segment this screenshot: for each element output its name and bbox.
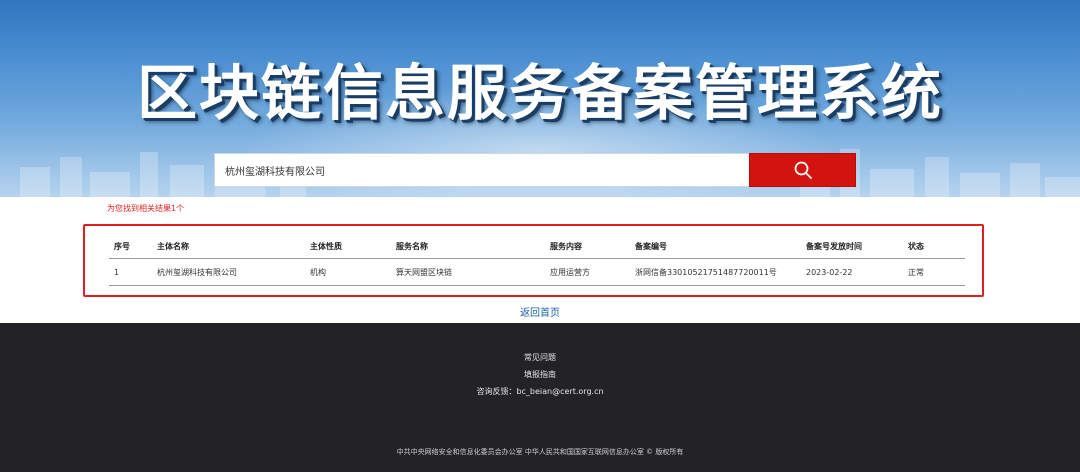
search-input[interactable] (223, 155, 749, 185)
footer-contact: 咨询反馈：bc_beian@cert.org.cn (476, 387, 604, 396)
cell-entity-name: 杭州玺湖科技有限公司 (157, 268, 237, 277)
footer-copyright: 中共中央网络安全和信息化委员会办公室 中华人民共和国国家互联网信息办公室 © 版… (396, 448, 684, 456)
column-header-index: 序号 (114, 242, 130, 251)
column-header-service-name: 服务名称 (396, 242, 428, 251)
cell-entity-type: 机构 (310, 268, 326, 277)
table-row: 1 杭州玺湖科技有限公司 机构 算天网盟区块链 应用运营方 浙网信备330105… (109, 259, 965, 286)
cell-index: 1 (114, 268, 120, 277)
column-header-entity-type: 主体性质 (310, 242, 342, 251)
table-header-row: 序号 主体名称 主体性质 服务名称 服务内容 备案编号 备案号发放时间 状态 (109, 234, 965, 259)
cell-issue-date: 2023-02-22 (806, 268, 853, 277)
search-icon (794, 161, 812, 179)
cell-filing-number: 浙网信备33010521751487720011号 (635, 268, 777, 277)
results-table-frame: 序号 主体名称 主体性质 服务名称 服务内容 备案编号 备案号发放时间 状态 1… (83, 224, 984, 297)
column-header-service-content: 服务内容 (550, 242, 582, 251)
page-title: 区块链信息服务备案管理系统 (137, 59, 943, 129)
column-header-issue-date: 备案号发放时间 (806, 242, 862, 251)
back-home-link[interactable]: 返回首页 (0, 304, 1080, 319)
footer-guide-link[interactable]: 填报指南 (0, 369, 1080, 380)
footer: 常见问题 填报指南 咨询反馈：bc_beian@cert.org.cn 中共中央… (0, 323, 1080, 472)
result-count: 为您找到相关结果1个 (107, 204, 185, 213)
cell-service-content: 应用运营方 (550, 268, 590, 277)
search-button[interactable] (749, 153, 856, 187)
column-header-entity-name: 主体名称 (157, 242, 189, 251)
cell-status: 正常 (908, 268, 924, 277)
results-table: 序号 主体名称 主体性质 服务名称 服务内容 备案编号 备案号发放时间 状态 1… (109, 234, 965, 286)
column-header-filing-number: 备案编号 (635, 242, 667, 251)
cell-service-name: 算天网盟区块链 (396, 268, 452, 277)
footer-faq-link[interactable]: 常见问题 (0, 352, 1080, 363)
column-header-status: 状态 (908, 242, 924, 251)
search-box (214, 153, 750, 187)
